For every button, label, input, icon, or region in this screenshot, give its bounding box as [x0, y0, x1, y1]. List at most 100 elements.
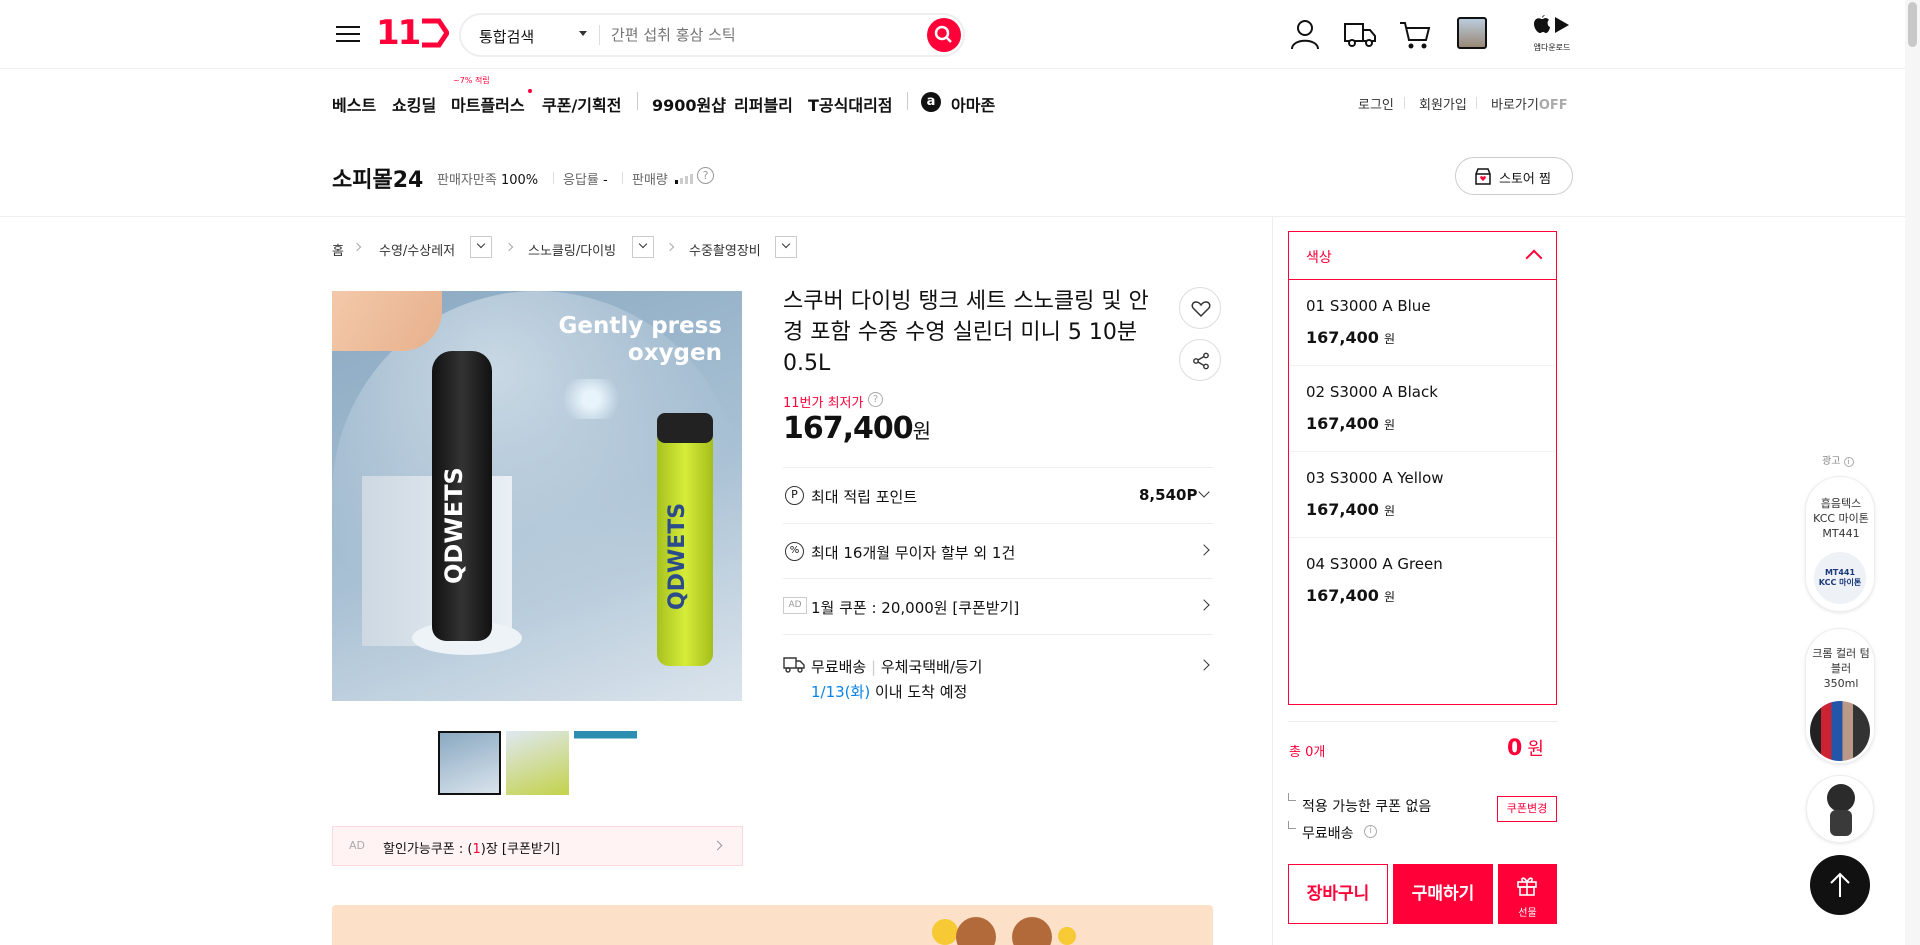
tree-line: [1288, 793, 1296, 801]
character-icon: [1012, 917, 1052, 945]
menu-icon[interactable]: [336, 21, 360, 47]
option-price-unit: 원: [1383, 590, 1396, 604]
recent-item-thumbnail[interactable]: [1806, 775, 1874, 843]
app-download-link[interactable]: 앱다운로드: [1532, 14, 1572, 53]
info-icon[interactable]: i: [1843, 457, 1854, 467]
share-button[interactable]: [1179, 339, 1221, 381]
option-item[interactable]: 01 S3000 A Blue 167,400 원: [1290, 280, 1555, 366]
product-title: 스쿠버 다이빙 탱크 세트 스노클링 및 안경 포함 수중 수영 실린더 미니 …: [783, 289, 1149, 376]
recent-view-thumbnail[interactable]: [1457, 17, 1487, 49]
app-download-label: 앱다운로드: [1533, 43, 1571, 52]
signup-link[interactable]: 회원가입: [1419, 94, 1467, 113]
breadcrumb-dropdown-3[interactable]: [775, 236, 797, 258]
gnb-shocking-deal[interactable]: 쇼킹딜: [392, 92, 436, 116]
delivery-truck-icon[interactable]: [1343, 20, 1377, 48]
search-scope-label: 통합검색: [479, 28, 535, 46]
installment-text: 최대 16개월 무이자 할부 외 1건: [811, 544, 1016, 562]
help-icon[interactable]: ?: [868, 392, 883, 407]
breadcrumb-dropdown-2[interactable]: [632, 236, 654, 258]
option-price: 167,400 원: [1306, 328, 1395, 347]
scrollbar-track[interactable]: [1905, 0, 1920, 945]
option-header[interactable]: 색상: [1289, 232, 1556, 280]
search-input[interactable]: [611, 22, 891, 48]
app-store-icon: [1534, 15, 1569, 33]
help-icon[interactable]: ?: [697, 167, 714, 184]
gnb-best[interactable]: 베스트: [332, 92, 376, 116]
info-icon[interactable]: i: [1364, 825, 1377, 838]
gift-button[interactable]: 선물: [1498, 864, 1557, 924]
scroll-top-button[interactable]: [1810, 855, 1870, 915]
search-scope-select[interactable]: 통합검색: [479, 26, 534, 47]
shortcut-label: 바로가기: [1491, 98, 1539, 113]
share-icon: [1193, 352, 1209, 370]
breadcrumb-category-2[interactable]: 스노클링/다이빙: [528, 240, 616, 259]
coin-icon: [932, 919, 958, 945]
chevron-down-icon: [476, 239, 486, 249]
delivery-row[interactable]: 무료배송 | 우체국택배/등기 1/13(화) 이내 도착 예정: [783, 635, 1213, 705]
user-icon[interactable]: [1290, 18, 1320, 50]
site-logo[interactable]: 11: [376, 13, 451, 53]
thumbnail-3[interactable]: [574, 731, 637, 795]
thumbnail-1[interactable]: [438, 731, 501, 795]
satisfaction-label: 판매자만족: [437, 173, 497, 188]
tank-brand-text: QDWETS: [665, 502, 690, 610]
breadcrumb-home[interactable]: 홈: [332, 240, 344, 259]
total-count: 총 0개: [1289, 745, 1326, 760]
response-value: -: [603, 173, 608, 188]
scrollbar-thumb[interactable]: [1908, 2, 1917, 47]
promo-banner[interactable]: [332, 905, 1213, 945]
option-item[interactable]: 02 S3000 A Black 167,400 원: [1290, 366, 1555, 452]
gnb-coupon[interactable]: 쿠폰/기획전: [542, 92, 621, 116]
tree-line: [1288, 821, 1296, 829]
point-row[interactable]: P 최대 적립 포인트 8,540P: [783, 468, 1213, 522]
store-fav-button[interactable]: 스토어 찜: [1455, 157, 1573, 195]
cart-icon[interactable]: [1399, 20, 1431, 50]
ad-label: 광고 i: [1822, 452, 1854, 467]
breadcrumb-category-1[interactable]: 수영/수상레저: [379, 240, 455, 259]
gnb-9900-shop[interactable]: 9900원샵: [652, 92, 726, 116]
buy-button[interactable]: 구매하기: [1393, 864, 1493, 924]
caret-down-icon[interactable]: [579, 31, 587, 36]
gnb-amazon[interactable]: 아마존: [951, 92, 995, 116]
divider: [907, 92, 908, 110]
side-ad-2[interactable]: 크롬 컬러 텀블러 350ml: [1805, 628, 1875, 764]
figure-body: [1830, 810, 1852, 836]
image-caption-line-1: Gently press: [558, 313, 722, 339]
cart-button[interactable]: 장바구니: [1288, 864, 1388, 924]
breadcrumb-dropdown-1[interactable]: [470, 236, 492, 258]
search-button[interactable]: [927, 18, 961, 52]
option-name: 01 S3000 A Blue: [1306, 297, 1431, 315]
side-ad-1[interactable]: 흡음텍스 KCC 마이톤 MT441 MT441 KCC 마이톤: [1805, 476, 1875, 612]
option-price-unit: 원: [1383, 504, 1396, 518]
gnb-t-official[interactable]: T공식대리점: [808, 92, 893, 116]
side-ad-2-text: 크롬 컬러 텀블러 350ml: [1812, 647, 1870, 690]
seller-name[interactable]: 소피몰24: [332, 162, 423, 194]
seller-bar: 소피몰24 판매자만족 100% 응답률 - 판매량 ? 스토어 찜: [0, 135, 1920, 217]
product-main-image[interactable]: Gently press oxygen QDWETS QDWETS: [332, 291, 742, 701]
option-item[interactable]: 03 S3000 A Yellow 167,400 원: [1290, 452, 1555, 538]
gnb-mart-plus[interactable]: 마트플러스: [451, 92, 525, 116]
regulator: [657, 413, 713, 443]
coupon-row[interactable]: AD 1월 쿠폰 : 20,000원 [쿠폰받기]: [783, 579, 1213, 633]
breadcrumb-category-3[interactable]: 수중촬영장비: [689, 240, 761, 259]
tank-brand-text: QDWETS: [440, 467, 468, 585]
chevron-down-icon: [638, 239, 648, 249]
side-ad-1-text: 흡음텍스 KCC 마이톤 MT441: [1813, 497, 1869, 540]
gnb-refurbly[interactable]: 리퍼블리: [734, 92, 793, 116]
option-price: 167,400 원: [1306, 500, 1395, 519]
discount-coupon-bar[interactable]: AD 할인가능쿠폰 : (1)장 [쿠폰받기]: [332, 826, 743, 866]
shortcut-toggle[interactable]: 바로가기OFF: [1491, 94, 1568, 113]
chevron-right-icon: [1198, 599, 1210, 611]
total-price: 0 원: [1507, 735, 1544, 761]
divider: |: [870, 658, 877, 676]
coupon-change-button[interactable]: 쿠폰변경: [1497, 796, 1557, 822]
divider: [599, 25, 600, 45]
seller-satisfaction: 판매자만족 100%: [437, 169, 538, 188]
option-item[interactable]: 04 S3000 A Green 167,400 원: [1290, 538, 1555, 624]
mart-plus-badge: ~7% 적립: [453, 76, 490, 85]
logo-arrow-icon: [422, 18, 451, 48]
wishlist-button[interactable]: [1179, 287, 1221, 329]
installment-row[interactable]: % 최대 16개월 무이자 할부 외 1건: [783, 524, 1213, 578]
login-link[interactable]: 로그인: [1358, 94, 1394, 113]
thumbnail-2[interactable]: [506, 731, 569, 795]
